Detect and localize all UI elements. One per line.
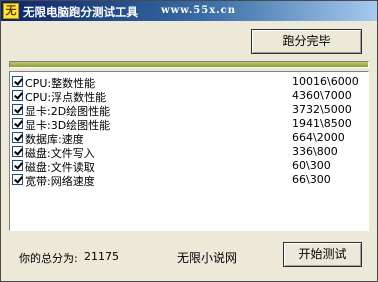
score-complete-button[interactable]: 跑分完毕 xyxy=(251,29,362,54)
test-label: 宽带:网络速度 xyxy=(25,175,95,188)
progress-bar xyxy=(9,61,369,68)
test-row: 显卡:3D绘图性能 1941\8500 xyxy=(12,117,366,132)
test-row: 数据库:速度 664\2000 xyxy=(12,131,366,146)
test-value: 3732\5000 xyxy=(292,103,352,116)
test-row: 磁盘:文件读取 60\300 xyxy=(12,159,366,174)
title-url: www.55x.cn xyxy=(161,5,237,16)
test-value: 60\300 xyxy=(292,159,331,172)
test-checkbox[interactable] xyxy=(12,76,23,87)
test-value: 10016\6000 xyxy=(292,75,359,88)
test-value: 664\2000 xyxy=(292,131,345,144)
test-value: 66\300 xyxy=(292,173,331,186)
test-checkbox[interactable] xyxy=(12,174,23,185)
test-row: 磁盘:文件写入 336\800 xyxy=(12,145,366,160)
progress-fill xyxy=(10,62,368,67)
test-value: 336\800 xyxy=(292,145,338,158)
total-score-label: 你的总分为: xyxy=(19,252,78,265)
test-value: 4360\7000 xyxy=(292,89,352,102)
app-icon: 无 xyxy=(3,3,19,19)
test-row: CPU:整数性能 10016\6000 xyxy=(12,75,366,90)
test-checkbox[interactable] xyxy=(12,118,23,129)
test-list: CPU:整数性能 10016\6000 CPU:浮点数性能 4360\7000 … xyxy=(9,71,369,231)
total-score-value: 21175 xyxy=(84,250,119,263)
test-checkbox[interactable] xyxy=(12,90,23,101)
site-name-label: 无限小说网 xyxy=(177,251,238,265)
title-bar[interactable]: 无 无限电脑跑分测试工具 www.55x.cn xyxy=(1,1,377,21)
test-checkbox[interactable] xyxy=(12,104,23,115)
test-row: CPU:浮点数性能 4360\7000 xyxy=(12,89,366,104)
test-checkbox[interactable] xyxy=(12,160,23,171)
test-value: 1941\8500 xyxy=(292,117,352,130)
test-checkbox[interactable] xyxy=(12,146,23,157)
start-test-button[interactable]: 开始测试 xyxy=(283,242,362,267)
window-title: 无限电脑跑分测试工具 xyxy=(23,5,138,19)
app-window: 无 无限电脑跑分测试工具 www.55x.cn 跑分完毕 CPU:整数性能 10… xyxy=(0,0,378,282)
test-row: 宽带:网络速度 66\300 xyxy=(12,173,366,188)
test-checkbox[interactable] xyxy=(12,132,23,143)
test-row: 显卡:2D绘图性能 3732\5000 xyxy=(12,103,366,118)
